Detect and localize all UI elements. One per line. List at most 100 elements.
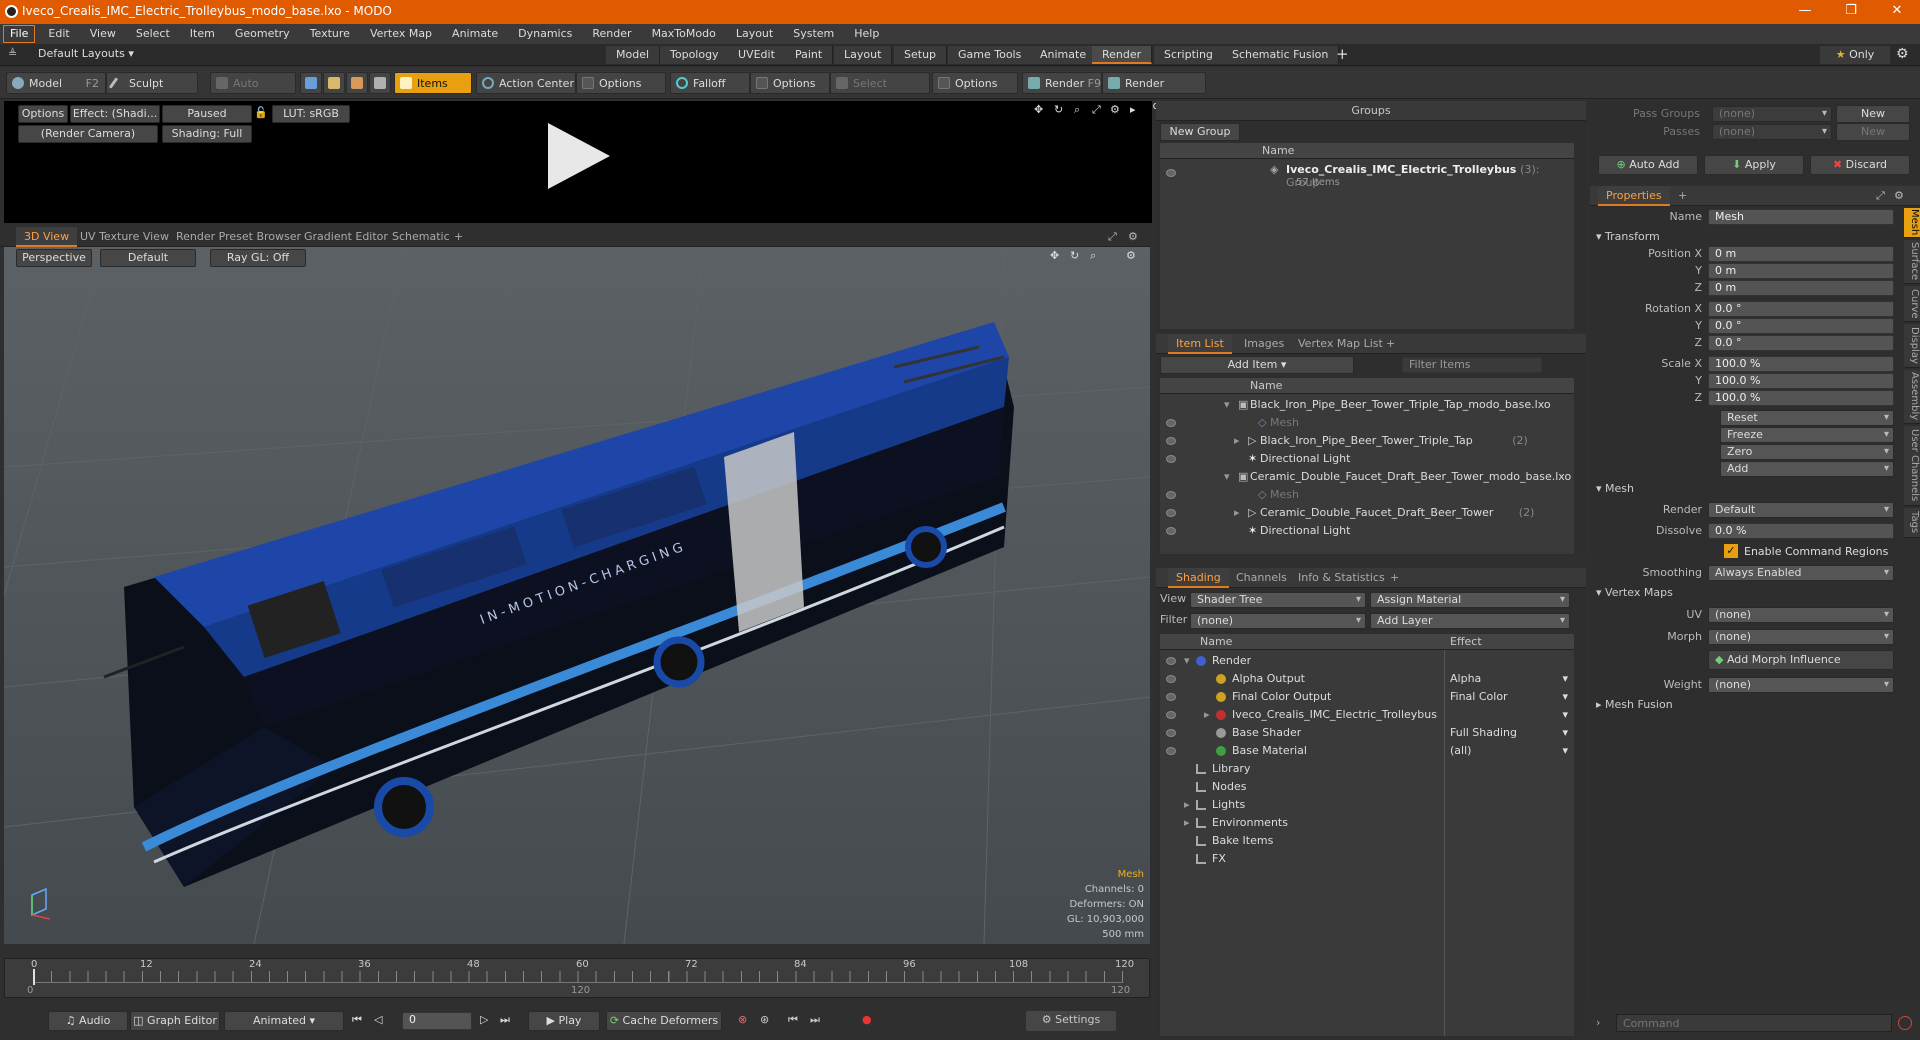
key-icon[interactable]: ⊗ [738, 1013, 747, 1026]
gear-icon[interactable]: ⚙ [1894, 186, 1904, 206]
menu-render[interactable]: Render [582, 24, 641, 44]
add-layout-icon[interactable]: + [1336, 45, 1349, 63]
action-center-button[interactable]: Action Center [476, 72, 576, 94]
sculpt-button[interactable]: Sculpt [106, 72, 198, 94]
apply-button[interactable]: ⬇ Apply [1704, 155, 1804, 175]
visibility-eye-icon[interactable] [1166, 747, 1176, 755]
record-icon[interactable]: ● [862, 1013, 872, 1026]
select-through-button[interactable]: Select Through [830, 72, 930, 112]
arrow-right-icon[interactable]: ▸ [1130, 103, 1136, 116]
shading-dropdown[interactable]: Shading: Full [162, 125, 252, 143]
expand-arrow-icon[interactable]: ▸ [1184, 814, 1190, 832]
tab-model[interactable]: Model [606, 46, 661, 64]
preview-effect-dropdown[interactable]: Effect: (Shadi... [70, 105, 160, 123]
filter-dropdown[interactable]: (none) [1190, 613, 1366, 629]
tab-properties[interactable]: Properties [1598, 186, 1670, 206]
add-morph-influence-button[interactable]: ◆ Add Morph Influence [1708, 650, 1894, 670]
shader-tree-row[interactable]: ▾ Render [1160, 652, 1574, 670]
add-item-dropdown[interactable]: Add Item ▾ [1160, 356, 1354, 374]
lut-dropdown[interactable]: LUT: sRGB [272, 105, 350, 123]
tab-images[interactable]: Images [1236, 334, 1292, 354]
tab-scripting[interactable]: Scripting [1154, 46, 1224, 64]
visibility-eye-icon[interactable] [1166, 491, 1176, 499]
tab-uv-texture-view[interactable]: UV Texture View [72, 227, 177, 247]
visibility-eye-icon[interactable] [1166, 455, 1176, 463]
settings-button[interactable]: ⚙ Settings [1026, 1011, 1116, 1031]
mesh-section[interactable]: ▾ Mesh [1596, 482, 1634, 495]
minimize-icon[interactable]: — [1782, 0, 1828, 24]
new-pass-group-button[interactable]: New [1836, 105, 1910, 123]
new-group-button[interactable]: New Group [1160, 123, 1240, 141]
side-tab-assembly[interactable]: Assembly [1904, 370, 1920, 424]
vertex-maps-section[interactable]: ▾ Vertex Maps [1596, 586, 1673, 599]
morph-dropdown[interactable]: (none) [1708, 629, 1894, 645]
tab-info-statistics[interactable]: Info & Statistics [1290, 568, 1393, 588]
expand-arrow-icon[interactable]: ▸ [1234, 432, 1240, 450]
rotation-y-field[interactable]: 0.0 ° [1708, 318, 1894, 334]
gear-icon[interactable]: ⚙ [1126, 249, 1136, 262]
visibility-eye-icon[interactable] [1166, 437, 1176, 445]
mesh-fusion-section[interactable]: ▸ Mesh Fusion [1596, 698, 1673, 711]
shader-tree-row[interactable]: Base Material (all) ▾ [1160, 742, 1574, 760]
side-tab-mesh[interactable]: Mesh [1904, 208, 1920, 238]
auto-add-button[interactable]: ⊕ Auto Add [1598, 155, 1698, 175]
effect-dropdown[interactable]: Alpha ▾ [1450, 670, 1570, 688]
view-dropdown[interactable]: Shader Tree [1190, 592, 1366, 608]
position-z-field[interactable]: 0 m [1708, 280, 1894, 296]
expand-arrow-icon[interactable]: ▸ [1184, 796, 1190, 814]
collapse-arrow-icon[interactable]: ▾ [1224, 468, 1230, 486]
name-field[interactable]: Mesh [1708, 209, 1894, 225]
audio-button[interactable]: ♫ Audio [48, 1011, 128, 1031]
items-mode-button[interactable]: Items [394, 72, 472, 94]
tab-topology[interactable]: Topology [660, 46, 730, 64]
freeze-dropdown[interactable]: Freeze [1720, 427, 1894, 443]
visibility-eye-icon[interactable] [1166, 711, 1176, 719]
cache-deformers-button[interactable]: ⟳ Cache Deformers [606, 1011, 722, 1031]
command-regions-checkbox[interactable]: ✓ [1724, 544, 1738, 558]
add-dropdown[interactable]: Add [1720, 461, 1894, 477]
shader-tree-row[interactable]: ▸ Lights [1160, 796, 1574, 814]
raygl-dropdown[interactable]: Ray GL: Off [210, 249, 306, 267]
visibility-eye-icon[interactable] [1166, 693, 1176, 701]
lock-icon[interactable]: 🔓 [254, 106, 268, 119]
list-item[interactable]: ▾ ▣ Black_Iron_Pipe_Beer_Tower_Triple_Tap_… [1160, 396, 1574, 414]
go-start-icon[interactable]: ⏮ [352, 1013, 362, 1027]
maximize-icon[interactable]: ⤢ [1876, 186, 1885, 206]
layout-toggle-icon[interactable]: ≜ [8, 47, 17, 60]
list-item[interactable]: ✶ Directional Light [1160, 450, 1574, 468]
rotate-view-icon[interactable]: ↻ [1070, 249, 1079, 262]
tab-3d-view[interactable]: 3D View [16, 227, 78, 247]
tab-game-tools[interactable]: Game Tools [948, 46, 1033, 64]
list-item[interactable]: ▾ ▣ Ceramic_Double_Faucet_Draft_Beer_Tower… [1160, 468, 1574, 486]
list-item[interactable]: ▸ ▷ Ceramic_Double_Faucet_Draft_Beer_Tower… [1160, 504, 1574, 522]
filter-items-input[interactable]: Filter Items [1402, 357, 1542, 373]
transform-section[interactable]: ▾ Transform [1596, 230, 1660, 243]
scale-z-field[interactable]: 100.0 % [1708, 390, 1894, 406]
menu-texture[interactable]: Texture [300, 24, 360, 44]
render-window-button[interactable]: Render Window [1102, 72, 1206, 112]
tab-uvedit[interactable]: UVEdit [728, 46, 786, 64]
perspective-dropdown[interactable]: Perspective [16, 249, 92, 267]
select-materials-button[interactable] [369, 72, 391, 94]
menu-animate[interactable]: Animate [442, 24, 508, 44]
menu-item[interactable]: Item [180, 24, 225, 44]
select-vertices-button[interactable] [300, 72, 322, 94]
menu-layout[interactable]: Layout [726, 24, 783, 44]
side-tab-display[interactable]: Display [1904, 324, 1920, 368]
visibility-eye-icon[interactable] [1166, 527, 1176, 535]
side-tab-curve[interactable]: Curve [1904, 286, 1920, 322]
new-pass-button[interactable]: New [1836, 123, 1910, 141]
shader-tree-row[interactable]: FX [1160, 850, 1574, 868]
uv-dropdown[interactable]: (none) [1708, 607, 1894, 623]
select-edges-button[interactable] [323, 72, 345, 94]
list-item[interactable]: ◇ Mesh [1160, 486, 1574, 504]
rotation-z-field[interactable]: 0.0 ° [1708, 335, 1894, 351]
tab-render-preset-browser[interactable]: Render Preset Browser [168, 227, 309, 247]
discard-button[interactable]: ✖ Discard [1810, 155, 1910, 175]
effect-dropdown[interactable]: Full Shading ▾ [1450, 724, 1570, 742]
scale-y-field[interactable]: 100.0 % [1708, 373, 1894, 389]
reset-dropdown[interactable]: Reset [1720, 410, 1894, 426]
tab-render[interactable]: Render [1092, 46, 1153, 64]
dissolve-field[interactable]: 0.0 % [1708, 523, 1894, 539]
menu-edit[interactable]: Edit [38, 24, 79, 44]
